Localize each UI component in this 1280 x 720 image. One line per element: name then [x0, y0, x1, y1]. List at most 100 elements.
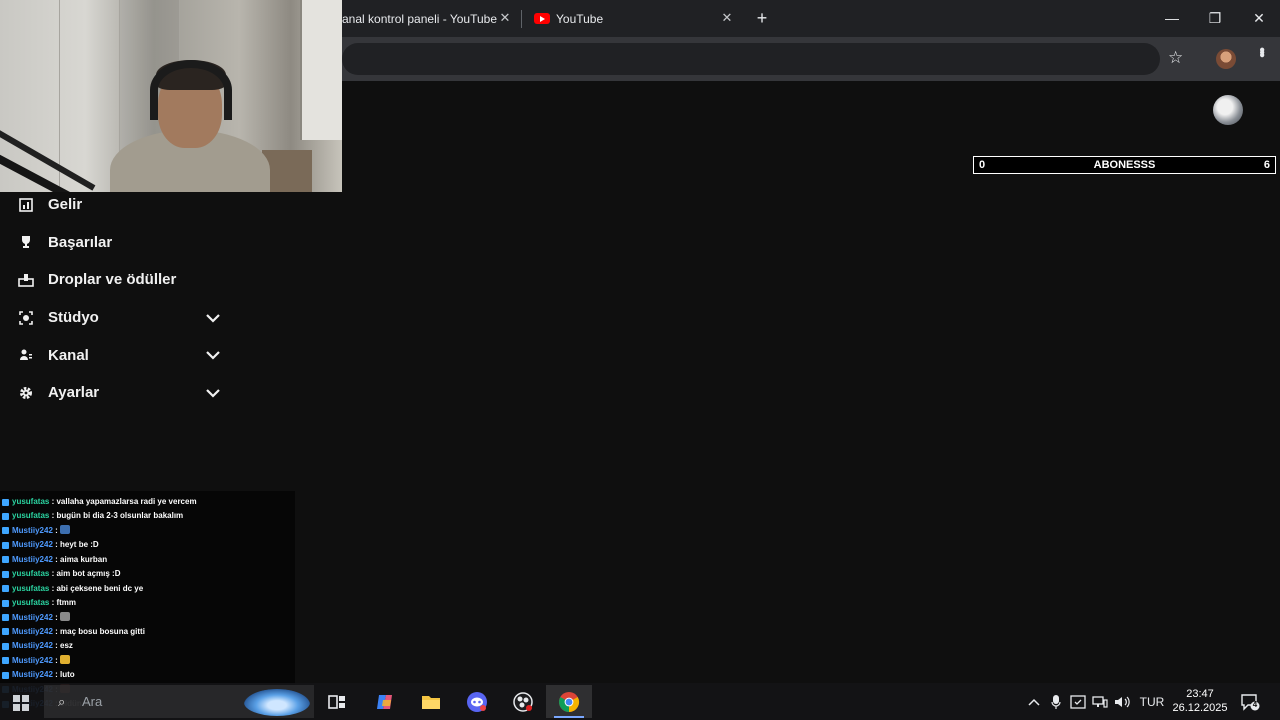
taskbar-clock[interactable]: 23:47 26.12.2025	[1168, 687, 1232, 715]
chat-emote	[60, 611, 71, 621]
chat-emote	[60, 524, 71, 534]
settings-icon	[18, 385, 34, 401]
chat-message: yusufatas : bugün bi dia 2-3 olsunlar ba…	[0, 509, 295, 523]
youtube-badge-icon	[2, 657, 9, 665]
taskbar-search-box[interactable]: ⌕ Ara	[44, 685, 314, 718]
webcam-window-frame	[300, 0, 342, 140]
security-icon[interactable]	[1068, 683, 1088, 720]
address-bar[interactable]	[342, 43, 1160, 75]
chat-separator: :	[52, 626, 61, 636]
chrome-icon[interactable]	[546, 685, 592, 718]
network-icon[interactable]	[1090, 683, 1110, 720]
notification-count: 4	[1252, 700, 1258, 709]
microphone-icon[interactable]	[1046, 683, 1066, 720]
chevron-down-icon[interactable]	[205, 347, 221, 363]
language-indicator[interactable]: TUR	[1138, 683, 1166, 720]
chat-message: Mustiiy242 : maç bosu bosuna gitti	[0, 625, 295, 639]
chat-message: Mustiiy242 : heyt be :D	[0, 538, 295, 552]
chevron-down-icon[interactable]	[205, 385, 221, 401]
youtube-badge-icon	[2, 570, 9, 578]
chat-text: vallaha yapamazlarsa radi ye vercem	[56, 497, 197, 506]
chat-message: Mustiiy242 :	[0, 611, 295, 625]
trophy-icon	[18, 234, 34, 250]
obs-icon[interactable]	[500, 685, 546, 718]
youtube-badge-icon	[2, 614, 9, 621]
chat-username: yusufatas	[12, 598, 50, 608]
chat-username: Mustiiy242	[12, 540, 53, 550]
chat-separator: :	[52, 612, 61, 622]
youtube-badge-icon	[2, 498, 9, 506]
chat-separator: :	[52, 641, 61, 651]
close-icon[interactable]: ✕	[720, 11, 734, 25]
chat-text: heyt be :D	[60, 540, 99, 550]
chat-message: yusufatas : aim bot açmış :D	[0, 567, 295, 581]
youtube-badge-icon	[2, 671, 9, 679]
account-avatar[interactable]	[1213, 95, 1243, 125]
subscriber-goal-bar: 0 ABONESSS 6	[973, 156, 1276, 174]
close-icon[interactable]: ✕	[498, 11, 512, 25]
sidebar-item-kanal[interactable]: Kanal	[0, 336, 240, 374]
studio-icon	[18, 310, 34, 326]
tab-title: YouTube	[556, 11, 604, 26]
sidebar-item-label: Droplar ve ödüller	[48, 271, 177, 289]
browser-menu-icon[interactable]: •••	[1252, 47, 1270, 55]
chat-message: yusufatas : vallaha yapamazlarsa radi ye…	[0, 495, 295, 509]
file-explorer-icon[interactable]	[408, 685, 454, 718]
drops-icon	[18, 272, 34, 288]
chat-message: Mustiiy242 :	[0, 654, 295, 668]
discord-icon[interactable]	[454, 685, 500, 718]
chat-message: yusufatas : ftmm	[0, 596, 295, 610]
bookmark-star-icon[interactable]: ☆	[1168, 48, 1183, 68]
channel-icon	[18, 347, 34, 363]
chat-text: ftmm	[56, 598, 77, 608]
chat-separator: :	[52, 525, 61, 535]
chat-message: Mustiiy242 : aima kurban	[0, 553, 295, 567]
chevron-up-icon[interactable]	[1024, 683, 1044, 720]
search-highlight-image	[244, 689, 310, 716]
revenue-icon	[18, 197, 34, 213]
chat-username: yusufatas	[12, 511, 50, 521]
chat-message: yusufatas : abi çeksene beni dc ye	[0, 582, 295, 596]
screen: anal kontrol paneli - YouTube ✕ YouTube …	[0, 0, 1280, 720]
chat-username: yusufatas	[12, 569, 50, 579]
sidebar-item-basarilar[interactable]: Başarılar	[0, 224, 240, 262]
task-view-icon[interactable]	[314, 685, 360, 718]
youtube-badge-icon	[2, 599, 9, 607]
new-tab-button[interactable]: +	[752, 8, 772, 28]
copilot-icon[interactable]	[362, 685, 408, 718]
windows-start-icon[interactable]	[13, 695, 29, 711]
tab-youtube[interactable]: YouTube ✕	[522, 0, 744, 37]
chat-username: yusufatas	[12, 583, 50, 593]
profile-avatar[interactable]	[1216, 49, 1236, 69]
sidebar-item-ayarlar[interactable]: Ayarlar	[0, 374, 240, 412]
chat-username: Mustiiy242	[12, 626, 53, 636]
sidebar-item-label: Gelir	[48, 196, 83, 214]
chat-message: Mustiiy242 : esz	[0, 639, 295, 653]
chat-text: aim bot açmış :D	[56, 569, 121, 579]
tab-title: anal kontrol paneli - YouTube	[342, 11, 498, 26]
chat-username: yusufatas	[12, 497, 50, 506]
chat-separator: :	[52, 554, 61, 564]
chat-message: Mustiiy242 :	[0, 524, 295, 538]
chat-text: esz	[60, 641, 73, 651]
volume-icon[interactable]	[1112, 683, 1134, 720]
sidebar-item-droplar[interactable]: Droplar ve ödüller	[0, 261, 240, 299]
search-icon: ⌕	[58, 694, 66, 709]
clock-date: 26.12.2025	[1172, 702, 1228, 714]
chat-text: luto	[60, 670, 75, 680]
sidebar-nav: Gelir Başarılar Droplar ve ödüller Stüdy…	[0, 186, 240, 412]
sidebar-item-studyo[interactable]: Stüdyo	[0, 299, 240, 337]
webcam-overlay	[0, 0, 342, 192]
minimize-button[interactable]: —	[1158, 6, 1186, 30]
headphones	[150, 60, 232, 120]
notification-center-icon[interactable]: 4	[1240, 693, 1260, 711]
youtube-badge-icon	[2, 628, 9, 636]
chat-text: abi çeksene beni dc ye	[56, 583, 144, 593]
chat-separator: :	[52, 540, 61, 550]
restore-button[interactable]: ❐	[1201, 6, 1229, 30]
tab-channel-dashboard[interactable]: anal kontrol paneli - YouTube ✕	[342, 0, 522, 37]
close-window-button[interactable]: ✕	[1245, 6, 1273, 30]
youtube-icon	[534, 13, 550, 24]
chat-text: bugün bi dia 2-3 olsunlar bakalım	[56, 511, 184, 521]
chevron-down-icon[interactable]	[205, 310, 221, 326]
